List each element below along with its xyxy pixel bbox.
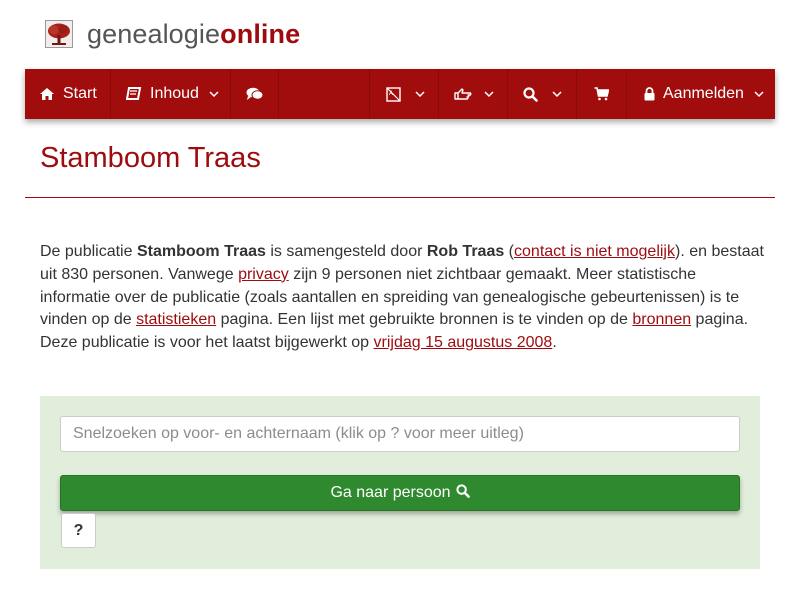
intro-text: . <box>552 334 557 352</box>
hand-pointer-icon <box>454 87 472 101</box>
last-updated-date-link[interactable]: vrijdag 15 augustus 2008 <box>374 334 553 351</box>
contact-link[interactable]: contact is niet mogelijk <box>514 243 675 260</box>
author-name: Rob Traas <box>426 243 505 260</box>
site-logo-text[interactable]: genealogieonline <box>87 19 300 50</box>
nav-language[interactable]: A <box>369 69 439 119</box>
title-divider <box>25 197 775 198</box>
go-to-person-label: Ga naar persoon <box>330 484 451 501</box>
publication-intro: De publicatie Stamboom Traas is samenges… <box>40 241 765 355</box>
quick-search-panel: Ga naar persoon ? <box>40 396 760 569</box>
search-help-button[interactable]: ? <box>61 513 96 548</box>
intro-text: De publicatie <box>40 243 137 260</box>
nav-search[interactable] <box>508 69 577 119</box>
nav-chat[interactable] <box>231 69 279 119</box>
page-title: Stamboom Traas <box>40 142 261 174</box>
nav-login-label: Aanmelden <box>663 85 744 102</box>
intro-text: pagina. Een lijst met gebruikte bronnen … <box>216 311 633 329</box>
nav-inhoud[interactable]: Inhoud <box>111 69 231 119</box>
logo-text-genealogie: genealogie <box>87 18 221 49</box>
main-navbar: Start Inhoud A Aanmelden <box>25 69 775 119</box>
nav-hand[interactable] <box>439 69 508 119</box>
lock-icon <box>644 87 655 101</box>
nav-start[interactable]: Start <box>25 69 111 119</box>
navbar-spacer <box>279 69 369 119</box>
chevron-down-icon <box>209 90 219 98</box>
chevron-down-icon <box>754 90 764 98</box>
intro-text: is samengesteld door <box>265 243 427 260</box>
book-icon <box>126 87 142 101</box>
help-label: ? <box>73 521 84 539</box>
site-header: genealogieonline <box>45 16 300 52</box>
comments-icon <box>246 87 264 101</box>
search-icon <box>523 86 538 102</box>
cart-icon <box>594 87 609 101</box>
statistics-link[interactable]: statistieken <box>136 311 216 328</box>
logo-text-online: online <box>220 18 301 49</box>
language-icon: A <box>386 86 401 102</box>
intro-text: ( <box>504 243 515 260</box>
quick-search-input[interactable] <box>60 416 740 452</box>
sources-link[interactable]: bronnen <box>632 311 691 328</box>
nav-start-label: Start <box>63 85 97 102</box>
nav-login[interactable]: Aanmelden <box>627 69 775 119</box>
chevron-down-icon <box>484 90 494 98</box>
privacy-link[interactable]: privacy <box>238 266 289 283</box>
search-icon <box>451 483 470 503</box>
nav-inhoud-label: Inhoud <box>150 85 199 102</box>
tree-logo-icon[interactable] <box>45 20 73 48</box>
chevron-down-icon <box>415 90 425 98</box>
home-icon <box>39 87 55 101</box>
publication-name: Stamboom Traas <box>136 243 266 260</box>
chevron-down-icon <box>552 90 562 98</box>
nav-cart[interactable] <box>577 69 627 119</box>
go-to-person-button[interactable]: Ga naar persoon <box>60 475 740 511</box>
